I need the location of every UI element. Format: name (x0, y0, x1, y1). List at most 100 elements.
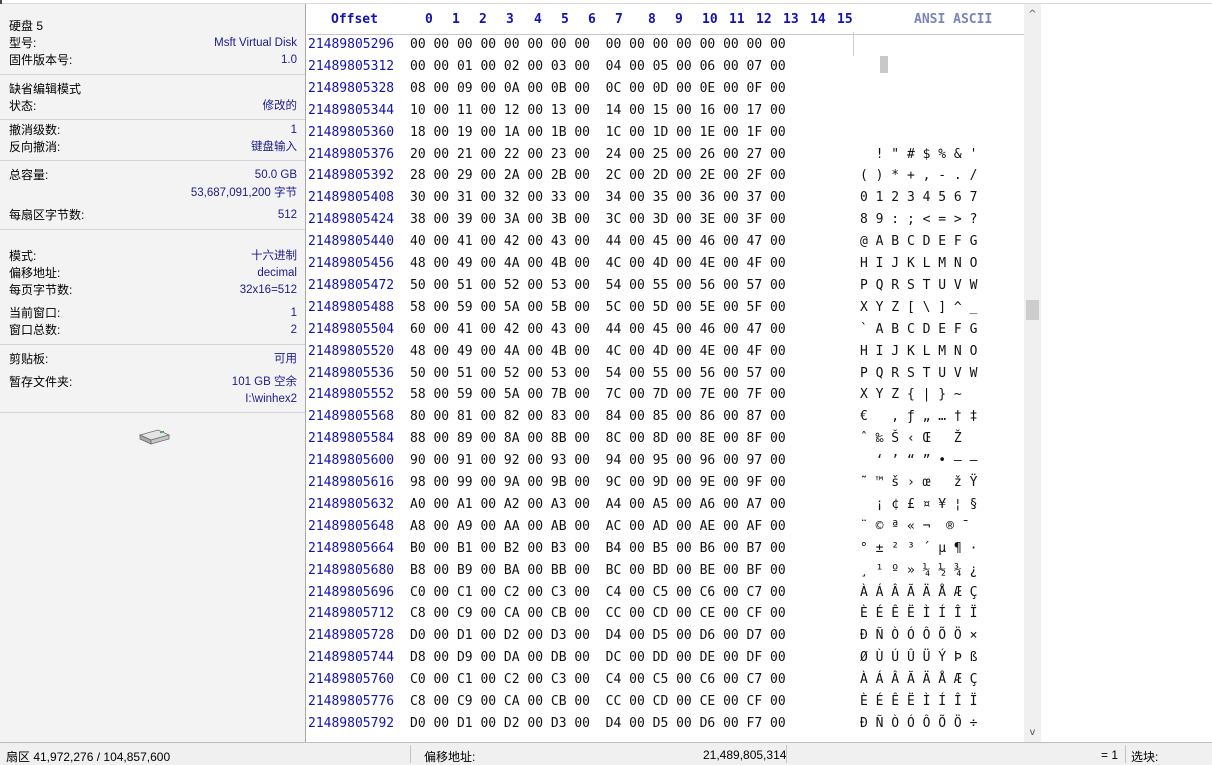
row-bytes[interactable]: 80 00 81 00 82 00 83 00 84 00 85 00 86 0… (410, 406, 786, 428)
hex-row[interactable]: 21489805712 C8 00 C9 00 CA 00 CB 00 CC 00… (307, 603, 1024, 625)
hex-row[interactable]: 21489805760 C0 00 C1 00 C2 00 C3 00 C4 00… (307, 669, 1024, 691)
row-offset: 21489805520 (308, 343, 395, 359)
hex-row[interactable]: 21489805584 88 00 89 00 8A 00 8B 00 8C 00… (307, 428, 1024, 450)
hex-row[interactable]: 21489805536 50 00 51 00 52 00 53 00 54 00… (307, 363, 1024, 385)
hex-editor-view[interactable]: Offset 0 1 2 3 4 5 6 7 8 9 10 11 12 13 14 15 ANSI ASCII… (307, 4, 1024, 742)
row-bytes[interactable]: 30 00 31 00 32 00 33 00 34 00 35 00 36 0… (410, 187, 786, 209)
vertical-scrollbar[interactable]: ^ v (1024, 4, 1041, 742)
row-bytes[interactable]: 50 00 51 00 52 00 53 00 54 00 55 00 56 0… (410, 363, 786, 385)
row-ascii[interactable]: X Y Z [ \ ] ^ _ (860, 297, 977, 319)
row-bytes[interactable]: C0 00 C1 00 C2 00 C3 00 C4 00 C5 00 C6 0… (410, 669, 786, 691)
hex-row[interactable]: 21489805648 A8 00 A9 00 AA 00 AB 00 AC 00… (307, 516, 1024, 538)
hex-row[interactable]: 21489805376 20 00 21 00 22 00 23 00 24 00… (307, 144, 1024, 166)
row-ascii[interactable]: ¡ ¢ £ ¤ ¥ ¦ § (860, 494, 978, 516)
row-bytes[interactable]: 60 00 41 00 42 00 43 00 44 00 45 00 46 0… (410, 319, 786, 341)
row-ascii[interactable]: À Á Â Ã Ä Å Æ Ç (860, 669, 977, 691)
hex-row[interactable]: 21489805424 38 00 39 00 3A 00 3B 00 3C 00… (307, 209, 1024, 231)
hex-row[interactable]: 21489805408 30 00 31 00 32 00 33 00 34 00… (307, 187, 1024, 209)
hex-row[interactable]: 21489805696 C0 00 C1 00 C2 00 C3 00 C4 00… (307, 582, 1024, 604)
row-ascii[interactable]: ° ± ² ³ ´ µ ¶ · (860, 538, 977, 560)
row-ascii[interactable]: È É Ê Ë Ì Í Î Ï (860, 691, 977, 713)
row-bytes[interactable]: 48 00 49 00 4A 00 4B 00 4C 00 4D 00 4E 0… (410, 253, 786, 275)
row-bytes[interactable]: D8 00 D9 00 DA 00 DB 00 DC 00 DD 00 DE 0… (410, 647, 786, 669)
row-ascii[interactable]: Ø Ù Ú Û Ü Ý Þ ß (860, 647, 977, 669)
row-bytes[interactable]: C8 00 C9 00 CA 00 CB 00 CC 00 CD 00 CE 0… (410, 691, 786, 713)
row-ascii[interactable]: € ‚ ƒ „ … † ‡ (860, 406, 977, 428)
row-bytes[interactable]: 28 00 29 00 2A 00 2B 00 2C 00 2D 00 2E 0… (410, 165, 786, 187)
row-ascii[interactable]: ` A B C D E F G (860, 319, 977, 341)
row-bytes[interactable]: 48 00 49 00 4A 00 4B 00 4C 00 4D 00 4E 0… (410, 341, 786, 363)
hex-row[interactable]: 21489805520 48 00 49 00 4A 00 4B 00 4C 00… (307, 341, 1024, 363)
hex-row[interactable]: 21489805744 D8 00 D9 00 DA 00 DB 00 DC 00… (307, 647, 1024, 669)
hex-row[interactable]: 21489805472 50 00 51 00 52 00 53 00 54 00… (307, 275, 1024, 297)
row-ascii[interactable]: P Q R S T U V W (860, 363, 977, 385)
hex-row[interactable]: 21489805616 98 00 99 00 9A 00 9B 00 9C 00… (307, 472, 1024, 494)
hex-row[interactable]: 21489805728 D0 00 D1 00 D2 00 D3 00 D4 00… (307, 625, 1024, 647)
row-ascii[interactable]: 0 1 2 3 4 5 6 7 (860, 187, 977, 209)
hex-row[interactable]: 21489805504 60 00 41 00 42 00 43 00 44 00… (307, 319, 1024, 341)
row-ascii[interactable]: À Á Â Ã Ä Å Æ Ç (860, 582, 977, 604)
row-bytes[interactable]: 40 00 41 00 42 00 43 00 44 00 45 00 46 0… (410, 231, 786, 253)
row-ascii[interactable]: ( ) * + , - . / (860, 165, 977, 187)
row-bytes[interactable]: 20 00 21 00 22 00 23 00 24 00 25 00 26 0… (410, 144, 786, 166)
row-ascii[interactable]: È É Ê Ë Ì Í Î Ï (860, 603, 977, 625)
row-bytes[interactable]: 98 00 99 00 9A 00 9B 00 9C 00 9D 00 9E 0… (410, 472, 786, 494)
row-ascii[interactable]: ˜ ™ š › œ ž Ÿ (860, 472, 977, 494)
hex-row[interactable]: 21489805456 48 00 49 00 4A 00 4B 00 4C 00… (307, 253, 1024, 275)
row-ascii[interactable]: ¨ © ª « ¬ ­ ® ¯ (860, 516, 970, 538)
row-ascii[interactable]: H I J K L M N O (860, 341, 977, 363)
hex-row[interactable]: 21489805392 28 00 29 00 2A 00 2B 00 2C 00… (307, 165, 1024, 187)
hex-row[interactable]: 21489805792 D0 00 D1 00 D2 00 D3 00 D4 00… (307, 713, 1024, 735)
row-bytes[interactable]: A8 00 A9 00 AA 00 AB 00 AC 00 AD 00 AE 0… (410, 516, 786, 538)
row-bytes[interactable]: 18 00 19 00 1A 00 1B 00 1C 00 1D 00 1E 0… (410, 122, 786, 144)
hex-row[interactable]: 21489805440 40 00 41 00 42 00 43 00 44 00… (307, 231, 1024, 253)
column-header: 8 (648, 12, 656, 27)
row-bytes[interactable]: A0 00 A1 00 A2 00 A3 00 A4 00 A5 00 A6 0… (410, 494, 786, 516)
hex-row[interactable]: 21489805360 18 00 19 00 1A 00 1B 00 1C 00… (307, 122, 1024, 144)
hex-row[interactable]: 21489805296 00 00 00 00 00 00 00 00 00 00… (307, 34, 1024, 56)
scroll-up-arrow-icon[interactable]: ^ (1024, 8, 1041, 22)
row-ascii[interactable]: ‘ ’ “ ” • – — (860, 450, 978, 472)
hex-row[interactable]: 21489805312 00 00 01 00 02 00 03 00 04 00… (307, 56, 1024, 78)
row-bytes[interactable]: 58 00 59 00 5A 00 7B 00 7C 00 7D 00 7E 0… (410, 384, 786, 406)
row-bytes[interactable]: 08 00 09 00 0A 00 0B 00 0C 00 0D 00 0E 0… (410, 78, 786, 100)
scroll-down-arrow-icon[interactable]: v (1024, 726, 1041, 740)
scroll-thumb[interactable] (1026, 300, 1039, 320)
row-ascii[interactable]: P Q R S T U V W (860, 275, 977, 297)
row-bytes[interactable]: 50 00 51 00 52 00 53 00 54 00 55 00 56 0… (410, 275, 786, 297)
row-ascii[interactable]: ! " # $ % & ' (860, 144, 978, 166)
row-ascii[interactable]: Ð Ñ Ò Ó Ô Õ Ö ÷ (860, 713, 977, 735)
row-bytes[interactable]: C0 00 C1 00 C2 00 C3 00 C4 00 C5 00 C6 0… (410, 582, 786, 604)
row-ascii[interactable]: ˆ ‰ Š ‹ Œ Ž (860, 428, 962, 450)
row-bytes[interactable]: C8 00 C9 00 CA 00 CB 00 CC 00 CD 00 CE 0… (410, 603, 786, 625)
row-ascii[interactable]: Ð Ñ Ò Ó Ô Õ Ö × (860, 625, 977, 647)
row-ascii[interactable]: @ A B C D E F G (860, 231, 977, 253)
hex-row[interactable]: 21489805632 A0 00 A1 00 A2 00 A3 00 A4 00… (307, 494, 1024, 516)
row-bytes[interactable]: 90 00 91 00 92 00 93 00 94 00 95 00 96 0… (410, 450, 786, 472)
row-bytes[interactable]: B0 00 B1 00 B2 00 B3 00 B4 00 B5 00 B6 0… (410, 538, 786, 560)
column-header: 14 (810, 12, 826, 27)
row-bytes[interactable]: 38 00 39 00 3A 00 3B 00 3C 00 3D 00 3E 0… (410, 209, 786, 231)
row-ascii[interactable]: X Y Z { | } ~ (860, 384, 962, 406)
hex-row[interactable]: 21489805600 90 00 91 00 92 00 93 00 94 00… (307, 450, 1024, 472)
row-bytes[interactable]: D0 00 D1 00 D2 00 D3 00 D4 00 D5 00 D6 0… (410, 713, 786, 735)
row-ascii[interactable]: 8 9 : ; < = > ? (860, 209, 977, 231)
row-bytes[interactable]: 00 00 01 00 02 00 03 00 04 00 05 00 06 0… (410, 56, 786, 78)
row-bytes[interactable]: B8 00 B9 00 BA 00 BB 00 BC 00 BD 00 BE 0… (410, 560, 786, 582)
hex-row[interactable]: 21489805664 B0 00 B1 00 B2 00 B3 00 B4 00… (307, 538, 1024, 560)
hex-row[interactable]: 21489805776 C8 00 C9 00 CA 00 CB 00 CC 00… (307, 691, 1024, 713)
row-bytes[interactable]: 00 00 00 00 00 00 00 00 00 00 00 00 00 0… (410, 34, 786, 56)
row-ascii[interactable]: H I J K L M N O (860, 253, 977, 275)
row-ascii[interactable]: ¸ ¹ º » ¼ ½ ¾ ¿ (860, 560, 977, 582)
row-bytes[interactable]: D0 00 D1 00 D2 00 D3 00 D4 00 D5 00 D6 0… (410, 625, 786, 647)
row-bytes[interactable]: 58 00 59 00 5A 00 5B 00 5C 00 5D 00 5E 0… (410, 297, 786, 319)
hex-row[interactable]: 21489805552 58 00 59 00 5A 00 7B 00 7C 00… (307, 384, 1024, 406)
hex-row[interactable]: 21489805680 B8 00 B9 00 BA 00 BB 00 BC 00… (307, 560, 1024, 582)
hex-row[interactable]: 21489805568 80 00 81 00 82 00 83 00 84 00… (307, 406, 1024, 428)
hex-row[interactable]: 21489805488 58 00 59 00 5A 00 5B 00 5C 00… (307, 297, 1024, 319)
hex-row[interactable]: 21489805328 08 00 09 00 0A 00 0B 00 0C 00… (307, 78, 1024, 100)
column-header: 12 (756, 12, 772, 27)
row-bytes[interactable]: 10 00 11 00 12 00 13 00 14 00 15 00 16 0… (410, 100, 786, 122)
hex-row[interactable]: 21489805344 10 00 11 00 12 00 13 00 14 00… (307, 100, 1024, 122)
row-bytes[interactable]: 88 00 89 00 8A 00 8B 00 8C 00 8D 00 8E 0… (410, 428, 786, 450)
